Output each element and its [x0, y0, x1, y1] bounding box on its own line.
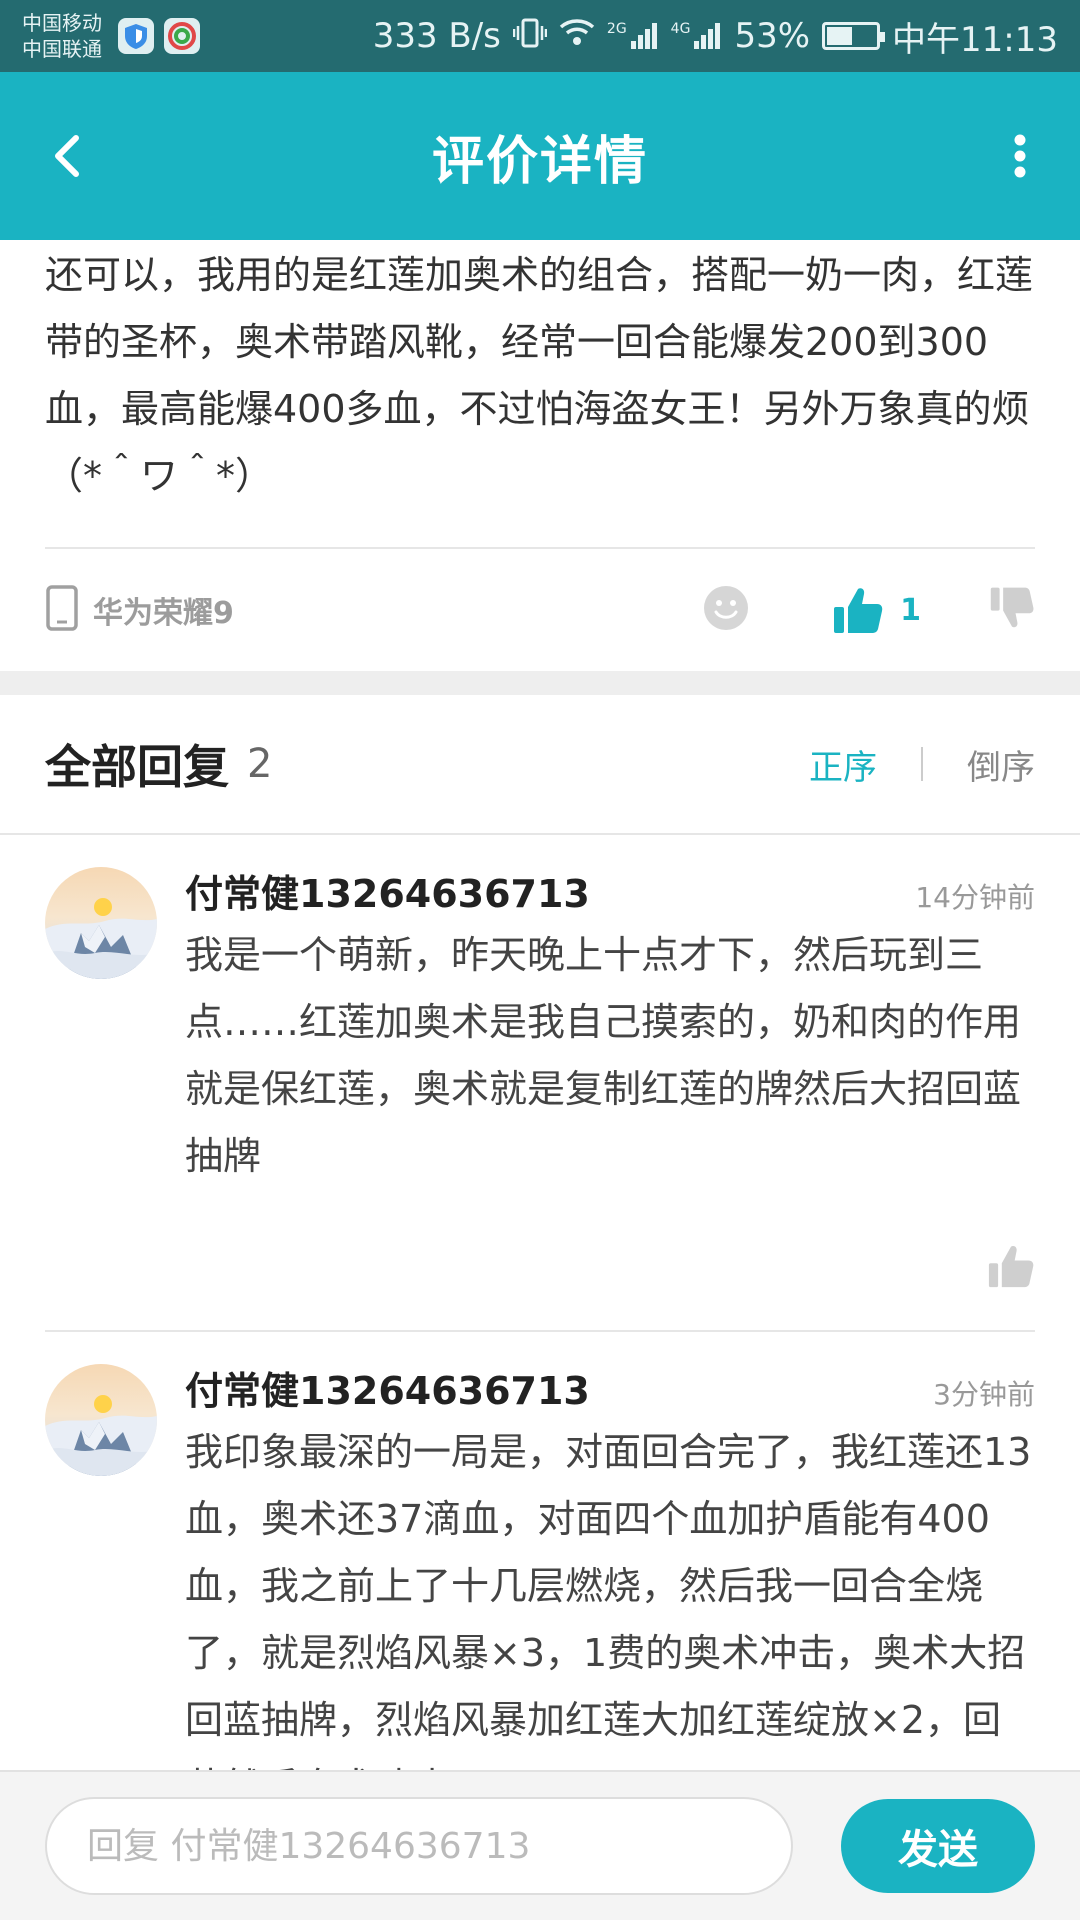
chevron-left-icon — [55, 135, 79, 177]
device-label: 华为荣耀9 — [93, 596, 234, 631]
smiley-icon — [704, 586, 749, 630]
reply-composer: 发送 — [0, 1770, 1080, 1920]
signal-4g-icon: 4G — [671, 21, 723, 51]
emoji-button[interactable] — [702, 584, 750, 636]
battery-level — [827, 27, 853, 45]
replies-title: 全部回复 — [45, 740, 229, 794]
signal-2g-icon: 2G — [607, 21, 659, 51]
like-count: 1 — [900, 592, 921, 628]
review-text: 还可以，我用的是红莲加奥术的组合，搭配一奶一肉，红莲带的圣杯，奥术带踏风靴，经常… — [45, 253, 1034, 498]
clock: 中午11:13 — [892, 19, 1058, 60]
app-bar: 评价详情 — [0, 72, 1080, 240]
section-gap — [0, 671, 1080, 695]
more-button[interactable] — [1000, 122, 1040, 190]
replies-header: 全部回复 2 正序 倒序 — [0, 695, 1080, 835]
carrier-1: 中国移动 — [22, 11, 102, 35]
wifi-icon — [559, 16, 595, 56]
reply-username[interactable]: 付常健13264636713 — [185, 863, 590, 918]
phone-icon — [45, 584, 79, 636]
send-button[interactable]: 发送 — [841, 1799, 1035, 1893]
review-meta: 华为荣耀9 1 — [0, 549, 1080, 671]
reply-username[interactable]: 付常健13264636713 — [185, 1360, 590, 1415]
thumbs-down-icon — [990, 587, 1034, 628]
thumbs-up-icon — [988, 1245, 1034, 1288]
net-speed: 333 B/s — [372, 16, 501, 56]
dislike-button[interactable] — [989, 585, 1035, 635]
like-button[interactable]: 1 — [832, 585, 921, 635]
battery-percent: 53% — [734, 16, 811, 56]
page-title: 评价详情 — [431, 131, 648, 192]
content-area[interactable]: 还可以，我用的是红莲加奥术的组合，搭配一奶一肉，红莲带的圣杯，奥术带踏风靴，经常… — [0, 240, 1080, 1770]
shield-app-icon — [118, 18, 154, 54]
carrier-2: 中国联通 — [22, 37, 102, 61]
battery-icon — [822, 22, 886, 50]
reply-item: 付常健13264636713 3分钟前 我印象最深的一局是，对面回合完了，我红莲… — [0, 1332, 1080, 1770]
sort-descending-button[interactable]: 倒序 — [967, 740, 1035, 789]
status-bar: 中国移动 中国联通 333 B/s 2G 4G 53% 中午11:13 — [0, 0, 1080, 72]
reply-item: 付常健13264636713 14分钟前 我是一个萌新，昨天晚上十点才下，然后玩… — [0, 835, 1080, 1316]
replies-count: 2 — [247, 741, 273, 787]
avatar[interactable] — [45, 1364, 157, 1476]
reply-input[interactable] — [45, 1797, 793, 1895]
sort-ascending-button[interactable]: 正序 — [809, 740, 877, 789]
sort-separator — [921, 747, 923, 781]
avatar[interactable] — [45, 867, 157, 979]
reply-timestamp: 14分钟前 — [915, 881, 1035, 914]
carrier-labels: 中国移动 中国联通 — [22, 10, 102, 62]
browser-app-icon — [164, 18, 200, 54]
vibrate-icon — [512, 18, 548, 55]
vertical-dots-icon — [1014, 134, 1026, 178]
sort-toggle: 正序 倒序 — [809, 740, 1035, 789]
reply-timestamp: 3分钟前 — [933, 1378, 1035, 1411]
reply-like-button[interactable] — [987, 1243, 1035, 1293]
reply-text: 我是一个萌新，昨天晚上十点才下，然后玩到三点……红莲加奥术是我自己摸索的，奶和肉… — [185, 933, 1022, 1178]
reply-text: 我印象最深的一局是，对面回合完了，我红莲还13血，奥术还37滴血，对面四个血加护… — [185, 1430, 1032, 1770]
back-button[interactable] — [40, 122, 100, 190]
thumbs-up-icon — [834, 588, 883, 633]
